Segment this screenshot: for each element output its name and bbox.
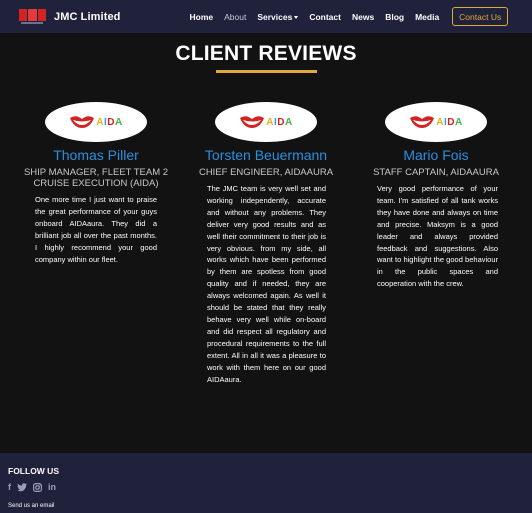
navbar: JMC Limited Home About Services Contact … (0, 0, 532, 33)
reviewer-name: Mario Fois (403, 147, 469, 163)
nav-link-blog[interactable]: Blog (385, 12, 404, 22)
brand-logo-icon (17, 7, 47, 27)
review-text: The JMC team is very well set and workin… (207, 184, 326, 384)
brand[interactable]: JMC Limited (17, 7, 121, 27)
nav-link-news[interactable]: News (352, 12, 374, 22)
send-email-label[interactable]: Send us an email (8, 503, 54, 509)
aida-lips-icon (240, 116, 265, 128)
instagram-icon[interactable] (33, 482, 42, 492)
review-card: AIDA Torsten Beuermann CHIEF ENGINEER, A… (192, 102, 340, 385)
footer: FOLLOW US f in Send us an email (0, 453, 532, 513)
review-card: AIDA Mario Fois STAFF CAPTAIN, AIDAAURA … (362, 102, 510, 290)
brand-name: JMC Limited (54, 10, 121, 23)
facebook-icon[interactable]: f (8, 482, 11, 492)
aida-logo: AIDA (215, 102, 317, 142)
nav-link-contact[interactable]: Contact (309, 12, 341, 22)
aida-lips-icon (70, 116, 95, 128)
nav-link-services[interactable]: Services (257, 11, 299, 22)
review-card: AIDA Thomas Piller SHIP MANAGER, FLEET T… (22, 102, 170, 265)
review-text: One more time I just want to praise the … (35, 195, 157, 264)
title-underline (216, 70, 317, 73)
reviewer-role: CHIEF ENGINEER, AIDAAURA (198, 167, 334, 178)
nav-link-home[interactable]: Home (190, 12, 214, 22)
reviewer-role: STAFF CAPTAIN, AIDAAURA (373, 167, 499, 178)
contact-us-button[interactable]: Contact Us (452, 7, 509, 26)
twitter-icon[interactable] (17, 482, 27, 492)
aida-logo-text: AIDA (266, 116, 293, 128)
nav-link-services-label: Services (257, 11, 293, 22)
aida-logo: AIDA (45, 102, 147, 142)
aida-logo-text: AIDA (96, 116, 123, 128)
reviewer-name: Thomas Piller (53, 147, 139, 163)
linkedin-icon[interactable]: in (48, 482, 56, 492)
aida-lips-icon (410, 116, 435, 128)
reviewer-role: SHIP MANAGER, FLEET TEAM 2 CRUISE EXECUT… (23, 167, 169, 189)
nav-links: Home About Services Contact News Blog Me… (190, 7, 509, 26)
nav-link-media[interactable]: Media (415, 12, 439, 22)
section-title: CLIENT REVIEWS (175, 42, 357, 65)
aida-logo: AIDA (385, 102, 487, 142)
follow-us-label: FOLLOW US (8, 466, 59, 476)
reviewer-name: Torsten Beuermann (204, 147, 328, 163)
social-links: f in (8, 482, 62, 492)
chevron-down-icon (294, 15, 299, 19)
review-text: Very good performance of your team. I'm … (377, 184, 498, 289)
nav-link-about[interactable]: About (224, 12, 246, 22)
aida-logo-text: AIDA (436, 116, 463, 128)
